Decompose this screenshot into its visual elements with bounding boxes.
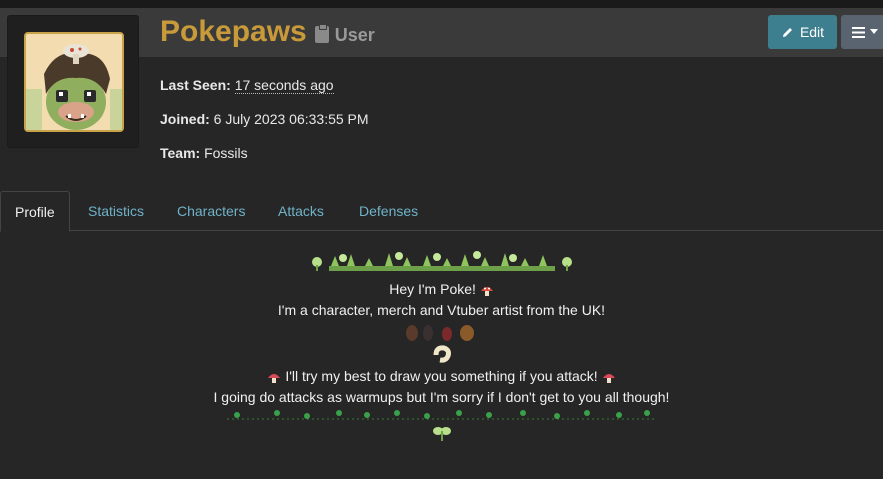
joined-value: 6 July 2023 06:33:55 PM xyxy=(213,111,369,127)
profile-bio: Hey I'm Poke! I'm a character, merch and… xyxy=(0,250,883,445)
clipboard-icon xyxy=(314,24,329,43)
profile-title: Pokepaws User xyxy=(160,15,375,49)
team-value: Fossils xyxy=(204,145,248,161)
bio-line-3: I'll try my best to draw you something i… xyxy=(0,368,883,384)
clover-divider xyxy=(0,407,883,425)
bio-line-1: Hey I'm Poke! xyxy=(0,281,883,297)
menu-button[interactable] xyxy=(841,15,883,49)
avatar-frame xyxy=(7,15,139,148)
tab-profile[interactable]: Profile xyxy=(0,191,70,232)
last-seen-value: 17 seconds ago xyxy=(234,77,334,94)
sprout-icon xyxy=(0,425,883,445)
joined-label: Joined: xyxy=(160,111,210,127)
tab-defenses[interactable]: Defenses xyxy=(359,191,418,231)
beetles-decoration xyxy=(0,321,883,345)
tab-statistics[interactable]: Statistics xyxy=(88,191,144,231)
last-seen: Last Seen: 17 seconds ago xyxy=(160,77,334,94)
last-seen-label: Last Seen: xyxy=(160,77,231,93)
bio-line-4: I going do attacks as warmups but I'm so… xyxy=(213,389,670,405)
bio-line-1-text: Hey I'm Poke! xyxy=(389,281,476,297)
caret-down-icon xyxy=(870,29,878,34)
tab-attacks[interactable]: Attacks xyxy=(278,191,324,231)
profile-tabs: Profile Statistics Characters Attacks De… xyxy=(0,191,883,232)
avatar[interactable] xyxy=(24,32,124,132)
team-label: Team: xyxy=(160,145,201,161)
bio-line-2: I'm a character, merch and Vtuber artist… xyxy=(277,302,606,318)
team: Team: Fossils xyxy=(160,145,248,161)
grass-banner xyxy=(0,250,883,277)
tab-characters[interactable]: Characters xyxy=(177,191,245,231)
pencil-icon xyxy=(782,27,792,37)
mushroom-icon xyxy=(480,286,493,296)
mushroom-icon xyxy=(268,373,281,383)
bio-line-3-text: I'll try my best to draw you something i… xyxy=(285,368,598,384)
top-strip xyxy=(0,0,883,8)
edit-button[interactable]: Edit xyxy=(768,15,837,49)
user-role: User xyxy=(334,25,375,45)
mushroom-icon xyxy=(602,373,615,383)
edit-button-label: Edit xyxy=(799,24,825,40)
username: Pokepaws xyxy=(160,15,307,48)
joined: Joined: 6 July 2023 06:33:55 PM xyxy=(160,111,369,127)
grub-decoration xyxy=(0,345,883,365)
hamburger-icon xyxy=(852,26,865,38)
